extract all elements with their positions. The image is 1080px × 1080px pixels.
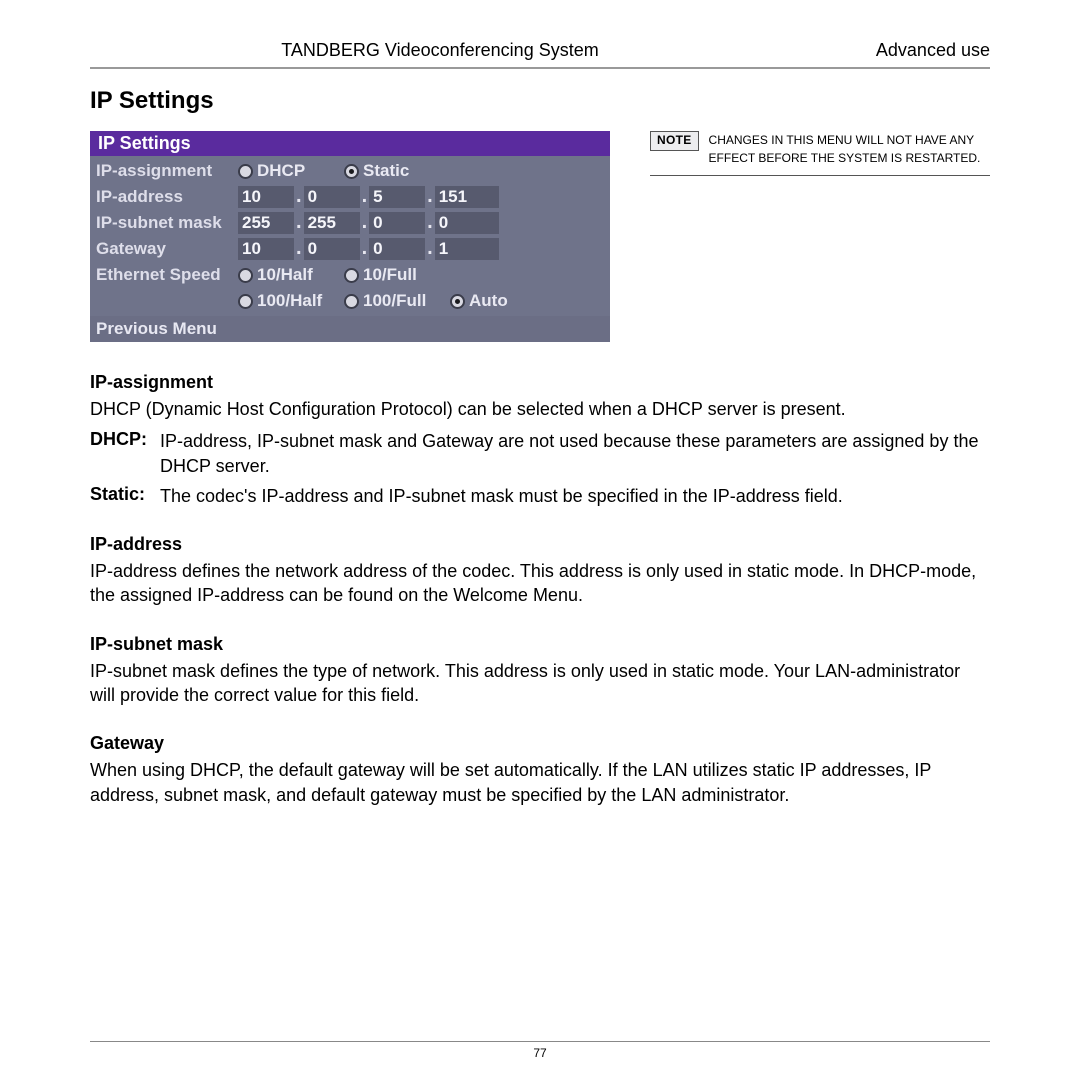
heading-ip-assignment: IP-assignment	[90, 372, 990, 393]
radio-icon	[344, 268, 359, 283]
radio-label: 100/Full	[363, 291, 426, 311]
para-ip-address: IP-address defines the network address o…	[90, 559, 990, 608]
radio-auto[interactable]: Auto	[450, 291, 510, 311]
ip-octet-2[interactable]: 0	[304, 186, 360, 208]
radio-icon	[238, 294, 253, 309]
radio-icon	[238, 164, 253, 179]
radio-icon	[450, 294, 465, 309]
dot-separator: .	[427, 185, 433, 208]
radio-10-half[interactable]: 10/Half	[238, 265, 338, 285]
dot-separator: .	[427, 237, 433, 260]
radio-label: Static	[363, 161, 409, 181]
radio-100-half[interactable]: 100/Half	[238, 291, 338, 311]
label-subnet-mask: IP-subnet mask	[96, 213, 238, 233]
gw-octet-1[interactable]: 10	[238, 238, 294, 260]
radio-icon	[238, 268, 253, 283]
row-subnet-mask: IP-subnet mask 255 . 255 . 0 . 0	[96, 210, 604, 236]
radio-label: 100/Half	[257, 291, 322, 311]
heading-subnet-mask: IP-subnet mask	[90, 634, 990, 655]
header-right: Advanced use	[790, 40, 990, 61]
previous-menu-button[interactable]: Previous Menu	[90, 316, 610, 342]
radio-label: DHCP	[257, 161, 305, 181]
mask-octet-1[interactable]: 255	[238, 212, 294, 234]
gw-octet-2[interactable]: 0	[304, 238, 360, 260]
body-text: IP-assignment DHCP (Dynamic Host Configu…	[90, 372, 990, 807]
para-gateway: When using DHCP, the default gateway wil…	[90, 758, 990, 807]
note-badge: NOTE	[650, 131, 699, 151]
dot-separator: .	[296, 237, 302, 260]
dot-separator: .	[362, 185, 368, 208]
ip-octet-4[interactable]: 151	[435, 186, 499, 208]
row-gateway: Gateway 10 . 0 . 0 . 1	[96, 236, 604, 262]
gw-octet-4[interactable]: 1	[435, 238, 499, 260]
radio-10-full[interactable]: 10/Full	[344, 265, 444, 285]
label-gateway: Gateway	[96, 239, 238, 259]
heading-ip-address: IP-address	[90, 534, 990, 555]
radio-100-full[interactable]: 100/Full	[344, 291, 444, 311]
mask-octet-3[interactable]: 0	[369, 212, 425, 234]
mask-octet-2[interactable]: 255	[304, 212, 360, 234]
radio-dhcp[interactable]: DHCP	[238, 161, 338, 181]
row-eth-speed-2: 100/Half 100/Full Auto	[96, 288, 604, 314]
val-static: The codec's IP-address and IP-subnet mas…	[160, 484, 990, 508]
dot-separator: .	[296, 211, 302, 234]
gw-octet-3[interactable]: 0	[369, 238, 425, 260]
row-ip-address: IP-address 10 . 0 . 5 . 151	[96, 184, 604, 210]
dot-separator: .	[362, 237, 368, 260]
page-title: IP Settings	[90, 87, 990, 115]
radio-static[interactable]: Static	[344, 161, 444, 181]
label-ip-assignment: IP-assignment	[96, 161, 238, 181]
key-static: Static:	[90, 484, 160, 508]
key-dhcp: DHCP:	[90, 429, 160, 478]
row-ip-assignment: IP-assignment DHCP Static	[96, 158, 604, 184]
label-ip-address: IP-address	[96, 187, 238, 207]
ip-octet-1[interactable]: 10	[238, 186, 294, 208]
radio-label: Auto	[469, 291, 508, 311]
ip-settings-screenshot: IP Settings IP-assignment DHCP Static	[90, 131, 610, 342]
label-eth-speed: Ethernet Speed	[96, 265, 238, 285]
page-footer: 77	[90, 1041, 990, 1060]
screenshot-title: IP Settings	[90, 131, 610, 156]
mask-octet-4[interactable]: 0	[435, 212, 499, 234]
dot-separator: .	[296, 185, 302, 208]
val-dhcp: IP-address, IP-subnet mask and Gateway a…	[160, 429, 990, 478]
page-header: TANDBERG Videoconferencing System Advanc…	[90, 40, 990, 69]
radio-label: 10/Half	[257, 265, 313, 285]
header-center: TANDBERG Videoconferencing System	[90, 40, 790, 61]
dot-separator: .	[362, 211, 368, 234]
dot-separator: .	[427, 211, 433, 234]
note-text: CHANGES IN THIS MENU WILL NOT HAVE ANY E…	[709, 131, 990, 167]
radio-icon	[344, 164, 359, 179]
para-subnet-mask: IP-subnet mask defines the type of netwo…	[90, 659, 990, 708]
radio-icon	[344, 294, 359, 309]
note-box: NOTE CHANGES IN THIS MENU WILL NOT HAVE …	[650, 131, 990, 176]
row-eth-speed-1: Ethernet Speed 10/Half 10/Full	[96, 262, 604, 288]
heading-gateway: Gateway	[90, 733, 990, 754]
para-ip-assignment: DHCP (Dynamic Host Configuration Protoco…	[90, 397, 990, 421]
ip-octet-3[interactable]: 5	[369, 186, 425, 208]
page-number: 77	[533, 1046, 546, 1060]
radio-label: 10/Full	[363, 265, 417, 285]
